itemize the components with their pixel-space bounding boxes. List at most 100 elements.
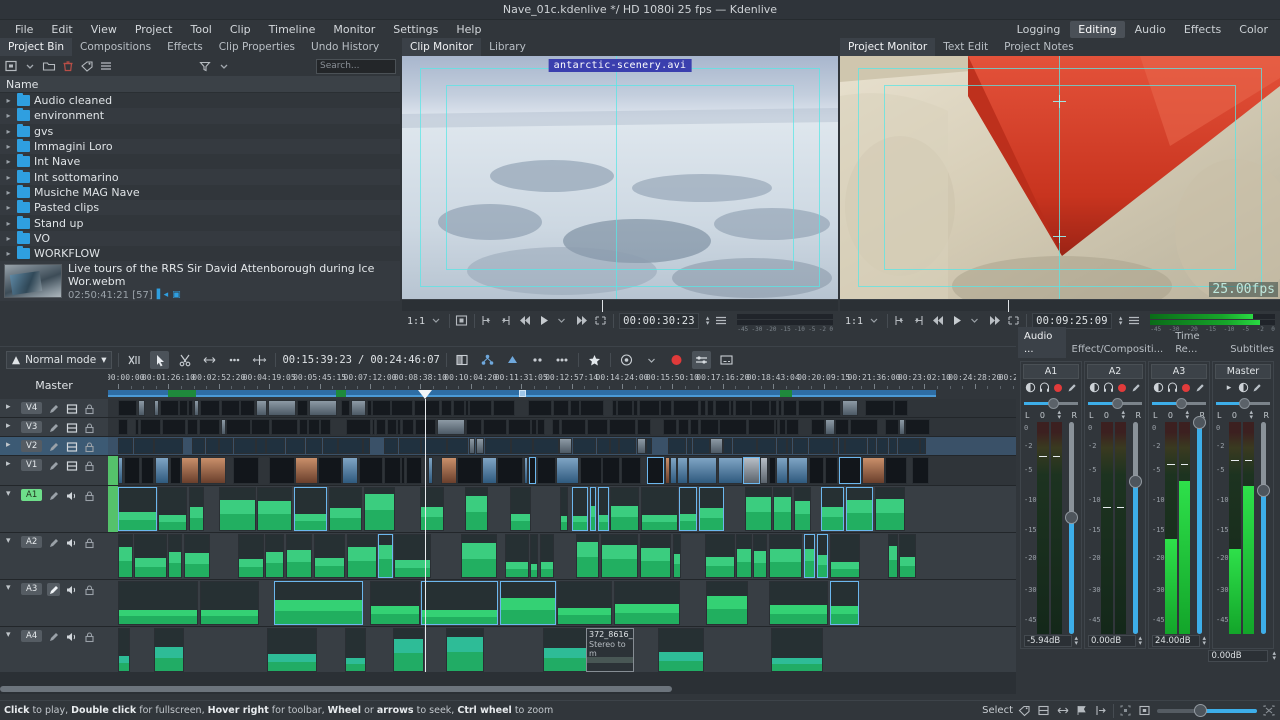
timeline-clip[interactable] bbox=[497, 457, 523, 484]
list-item[interactable]: ▸ Immagini Loro bbox=[0, 138, 400, 155]
timeline-clip[interactable] bbox=[779, 419, 786, 435]
track-name-label[interactable]: V4 bbox=[21, 402, 43, 414]
timeline-clip[interactable] bbox=[528, 457, 537, 484]
timeline-clip[interactable] bbox=[647, 457, 665, 484]
timeline-clip[interactable] bbox=[657, 628, 704, 672]
timeline-clip[interactable] bbox=[572, 438, 597, 454]
timeline-clip[interactable] bbox=[849, 419, 879, 435]
timeline-clip[interactable] bbox=[437, 419, 466, 435]
timeline-clip[interactable] bbox=[441, 457, 457, 484]
track-lane-v4[interactable] bbox=[108, 399, 1016, 417]
track-expand-icon[interactable]: ▸ bbox=[6, 459, 16, 469]
edit-mode-select[interactable]: ▲ Normal mode ▾ bbox=[6, 350, 113, 369]
timeline-clip[interactable] bbox=[482, 419, 508, 435]
strip-mute-icon[interactable] bbox=[1089, 382, 1100, 393]
tab-project-monitor[interactable]: Project Monitor bbox=[840, 38, 936, 56]
pan-value-label[interactable]: 0 bbox=[1040, 411, 1045, 420]
strip-mute-icon[interactable] bbox=[1025, 382, 1036, 393]
timeline-clip[interactable] bbox=[888, 534, 898, 578]
timeline-clip[interactable] bbox=[775, 419, 779, 435]
timeline-clip[interactable] bbox=[320, 419, 331, 435]
timeline-clip[interactable] bbox=[834, 438, 839, 454]
slip-tool-icon[interactable] bbox=[250, 351, 269, 369]
timeline-clip[interactable] bbox=[677, 419, 690, 435]
timeline-clip[interactable] bbox=[510, 487, 532, 531]
timeline-clip[interactable] bbox=[576, 534, 600, 578]
timeline-clip[interactable] bbox=[118, 534, 133, 578]
timeline-clip[interactable] bbox=[736, 534, 752, 578]
clip-monitor-video[interactable]: antarctic-scenery.avi bbox=[402, 56, 838, 299]
timeline-clip[interactable] bbox=[322, 438, 338, 454]
strip-pan-slider[interactable] bbox=[1088, 397, 1142, 409]
timeline-clip[interactable] bbox=[897, 438, 920, 454]
timeline-clip[interactable] bbox=[771, 628, 823, 672]
track-header-v2[interactable]: ▸ V2 bbox=[0, 437, 108, 455]
pan-value-label[interactable]: 0 bbox=[1104, 411, 1109, 420]
track-lane-a3[interactable] bbox=[108, 580, 1016, 626]
track-name-label[interactable]: V2 bbox=[21, 440, 43, 452]
track-lock-icon[interactable] bbox=[83, 402, 96, 415]
timeline-clip[interactable] bbox=[753, 534, 768, 578]
track-effects-icon[interactable] bbox=[47, 583, 61, 596]
timeline-clip[interactable] bbox=[889, 438, 898, 454]
timeline-clip[interactable] bbox=[639, 534, 672, 578]
timeline-clip[interactable] bbox=[556, 457, 580, 484]
timeline-clip[interactable] bbox=[809, 457, 825, 484]
strip-solo-icon[interactable] bbox=[1167, 382, 1178, 393]
timeline-clip[interactable] bbox=[569, 400, 580, 416]
layout-logging[interactable]: Logging bbox=[1009, 21, 1069, 38]
timeline-clip[interactable] bbox=[786, 419, 800, 435]
timeline-guide-marker[interactable] bbox=[780, 390, 792, 397]
set-zone-out-icon[interactable] bbox=[499, 314, 513, 328]
play-icon[interactable] bbox=[537, 314, 551, 328]
timeline-clip[interactable] bbox=[717, 457, 743, 484]
timeline-clip[interactable] bbox=[134, 534, 167, 578]
timeline-clip[interactable] bbox=[743, 457, 760, 484]
timeline-clip[interactable] bbox=[829, 534, 860, 578]
list-item[interactable]: ▸ VO bbox=[0, 230, 400, 246]
mix-clips-icon[interactable] bbox=[125, 351, 144, 369]
timeline-clip[interactable] bbox=[266, 438, 286, 454]
timeline-position-timecode[interactable]: 00:15:39:23 bbox=[282, 354, 352, 366]
timeline-clip[interactable] bbox=[153, 400, 160, 416]
timeline-clip[interactable] bbox=[838, 438, 845, 454]
timeline-clip[interactable] bbox=[447, 438, 469, 454]
timeline-clip[interactable] bbox=[531, 419, 537, 435]
timeline-clip[interactable] bbox=[297, 400, 308, 416]
play-chevron-icon[interactable] bbox=[969, 314, 983, 328]
timeline-clip[interactable] bbox=[397, 419, 401, 435]
timeline-clip[interactable] bbox=[689, 419, 700, 435]
timeline-clip[interactable] bbox=[688, 457, 717, 484]
timeline-clip[interactable] bbox=[286, 534, 313, 578]
timeline-clip[interactable] bbox=[118, 419, 129, 435]
track-expand-icon[interactable]: ▸ bbox=[6, 421, 16, 431]
record-chevron-icon[interactable] bbox=[642, 351, 661, 369]
timeline-clip[interactable] bbox=[608, 419, 637, 435]
timeline-clip[interactable] bbox=[768, 457, 776, 484]
menu-clip[interactable]: Clip bbox=[221, 21, 260, 38]
tab-subtitles[interactable]: Subtitles bbox=[1224, 340, 1280, 358]
timeline-clip[interactable] bbox=[811, 419, 825, 435]
snap-icon[interactable] bbox=[453, 351, 472, 369]
list-item[interactable]: ▸ Stand up bbox=[0, 215, 400, 230]
timeline-clip[interactable] bbox=[710, 438, 723, 454]
timeline-clip[interactable] bbox=[268, 457, 295, 484]
zoom-fit-icon[interactable] bbox=[1262, 704, 1276, 718]
tab-effects[interactable]: Effects bbox=[159, 38, 211, 56]
timeline-clip[interactable] bbox=[183, 534, 210, 578]
strip-db-spinner[interactable]: ▴ ▾ bbox=[1136, 635, 1142, 647]
zoom-selection-icon[interactable] bbox=[1119, 704, 1133, 718]
timeline-clip[interactable] bbox=[920, 438, 926, 454]
timeline-clip[interactable] bbox=[386, 419, 397, 435]
timeline-clip[interactable] bbox=[692, 438, 710, 454]
add-clip-icon[interactable] bbox=[4, 59, 18, 73]
strip-effects-icon[interactable] bbox=[1067, 382, 1078, 393]
zone-end-handle[interactable] bbox=[519, 390, 526, 397]
expand-arrow-icon[interactable]: ▸ bbox=[4, 96, 13, 105]
track-lock-icon[interactable] bbox=[83, 489, 96, 502]
timeline-clip[interactable] bbox=[206, 438, 219, 454]
menu-tool[interactable]: Tool bbox=[181, 21, 220, 38]
timeline-clip[interactable] bbox=[539, 534, 555, 578]
timeline-clip[interactable] bbox=[237, 534, 264, 578]
timeline-clip[interactable] bbox=[499, 581, 556, 625]
